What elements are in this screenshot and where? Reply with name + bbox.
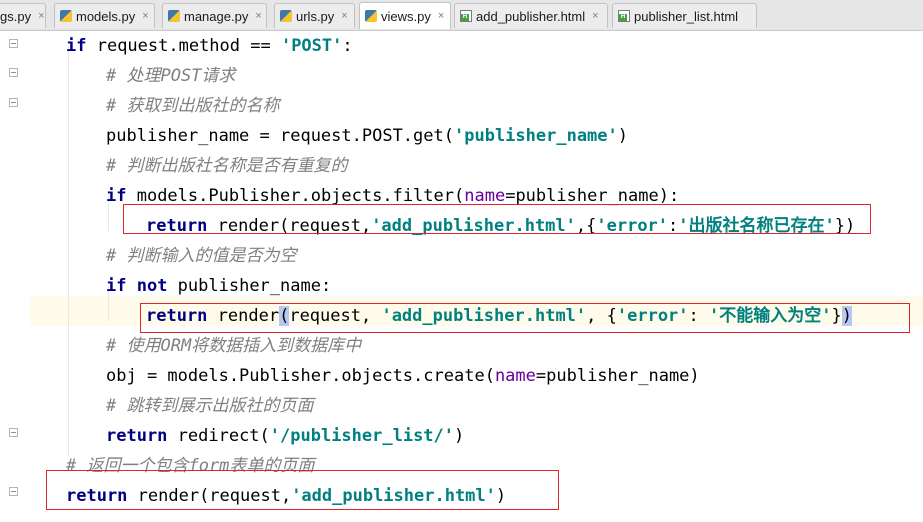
code-comment: # 获取到出版社的名称 [106,96,280,116]
indent-guide [68,46,69,456]
tab-add-publisher-html[interactable]: add_publisher.html × [454,3,608,28]
python-file-icon [168,10,180,22]
annotation-box [123,204,871,234]
tab-label: views.py [381,8,431,24]
code-line: if not publisher_name: [106,276,332,296]
close-icon[interactable]: × [142,10,148,22]
html-file-icon [618,10,630,22]
fold-marker-icon[interactable] [9,98,18,107]
tab-publisher-list-html[interactable]: publisher_list.html [612,3,757,28]
python-file-icon [365,10,377,22]
tab-label: manage.py [184,8,249,24]
tab-manage-py[interactable]: manage.py × [162,3,267,28]
tab-settings-py[interactable]: gs.py × [0,3,46,28]
python-file-icon [280,10,292,22]
fold-marker-icon[interactable] [9,39,18,48]
close-icon[interactable]: × [341,10,347,22]
tab-views-py[interactable]: views.py × [359,2,451,29]
close-icon[interactable]: × [38,10,44,22]
close-icon[interactable]: × [255,10,261,22]
fold-marker-icon[interactable] [9,487,18,496]
tab-models-py[interactable]: models.py × [54,3,155,28]
fold-marker-icon[interactable] [9,428,18,437]
code-comment: # 使用ORM将数据插入到数据库中 [106,336,362,356]
editor-gutter [0,31,30,522]
tab-label: models.py [76,8,136,24]
editor-tab-bar: gs.py × models.py × manage.py × urls.py … [0,0,923,31]
code-comment: # 判断输入的值是否为空 [106,246,297,266]
html-file-icon [460,10,472,22]
code-editor[interactable]: if request.method == 'POST': # 处理POST请求 … [0,31,923,522]
close-icon[interactable]: × [592,10,598,22]
code-comment: # 跳转到展示出版社的页面 [106,396,314,416]
close-icon[interactable]: × [438,10,444,22]
code-line: return redirect('/publisher_list/') [106,426,465,446]
python-file-icon [60,10,72,22]
code-line: obj = models.Publisher.objects.create(na… [106,366,700,386]
code-line: if request.method == 'POST': [66,36,353,56]
tab-urls-py[interactable]: urls.py × [274,3,355,28]
annotation-box [46,470,559,510]
code-comment: # 判断出版社名称是否有重复的 [106,156,348,176]
fold-marker-icon[interactable] [9,68,18,77]
code-line: publisher_name = request.POST.get('publi… [106,126,629,146]
tab-label: publisher_list.html [634,8,739,24]
annotation-box [140,303,910,333]
tab-label: add_publisher.html [476,8,586,24]
tab-label: urls.py [296,8,335,24]
tab-label: gs.py [0,8,32,24]
code-comment: # 处理POST请求 [106,66,236,86]
